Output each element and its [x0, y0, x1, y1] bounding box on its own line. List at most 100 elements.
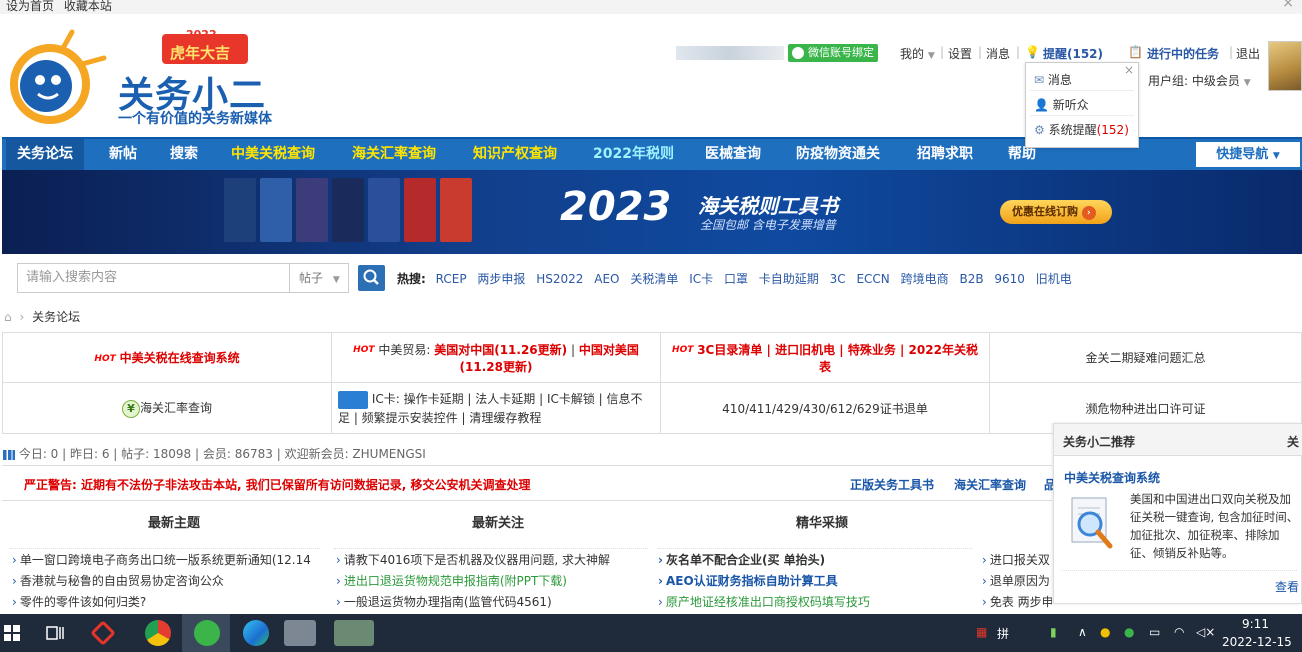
- set-home-link[interactable]: 设为首页: [6, 0, 54, 13]
- hot-term[interactable]: AEO: [594, 272, 619, 286]
- settings-link[interactable]: 设置: [948, 45, 972, 62]
- hot-term[interactable]: 旧机电: [1036, 272, 1072, 286]
- grid-cell[interactable]: ¥ 海关汇率查询: [2, 382, 332, 434]
- nav-tariff-query[interactable]: 中美关税查询: [220, 139, 326, 170]
- hot-term[interactable]: 9610: [994, 272, 1025, 286]
- banner-order-button[interactable]: 优惠在线订购 ›: [1000, 200, 1112, 224]
- hot-term[interactable]: 两步申报: [477, 272, 525, 286]
- warning-link-toolbook[interactable]: 正版关务工具书: [850, 476, 934, 493]
- recommend-more-link[interactable]: 查看: [1275, 578, 1299, 595]
- nav-jobs[interactable]: 招聘求职: [906, 139, 984, 170]
- quick-nav-button[interactable]: 快捷导航 ▼: [1196, 142, 1300, 167]
- nav-tariff-2022[interactable]: 2022年税则: [582, 139, 685, 170]
- keyboard-tray-icon[interactable]: ▭: [1149, 625, 1160, 639]
- list-item[interactable]: 香港就与秘鲁的自由贸易协定咨询公众: [12, 572, 322, 589]
- popup-item-followers[interactable]: 👤 新听众: [1034, 96, 1089, 113]
- grid-cell[interactable]: HOT 中美关税在线查询系统: [2, 332, 332, 383]
- hot-term[interactable]: HS2022: [536, 272, 583, 286]
- bookmark-link[interactable]: 收藏本站: [64, 0, 112, 13]
- popup-close-icon[interactable]: ×: [1124, 63, 1134, 77]
- grid-link[interactable]: IC卡: 操作卡延期 | 法人卡延期 | IC卡解锁 | 信息不足 | 频繁提示…: [338, 392, 643, 425]
- divider: [1030, 115, 1134, 116]
- nav-epidemic-supplies[interactable]: 防疫物资通关: [785, 139, 891, 170]
- hot-term[interactable]: 关税清单: [630, 272, 678, 286]
- list-item[interactable]: AEO认证财务指标自助计算工具: [658, 572, 972, 589]
- pdf-tray-icon[interactable]: ▦: [976, 625, 987, 639]
- search-scope-select[interactable]: 帖子 ▼: [289, 263, 349, 293]
- list-item[interactable]: 原产地证经核准出口商授权码填写技巧: [658, 593, 972, 610]
- warning-link-exchange[interactable]: 海关汇率查询: [954, 476, 1026, 493]
- remind-link[interactable]: 提醒(152): [1043, 45, 1103, 62]
- logout-link[interactable]: 退出: [1236, 45, 1260, 62]
- list-item[interactable]: 退单原因为: [982, 572, 1052, 589]
- nav-medical-query[interactable]: 医械查询: [694, 139, 772, 170]
- qq-tray-icon[interactable]: ●: [1100, 625, 1110, 639]
- list-item[interactable]: 请教下4016项下是否机器及仪器用问题, 求大神解: [336, 551, 650, 568]
- hot-term[interactable]: 跨境电商: [901, 272, 949, 286]
- recommend-close[interactable]: 关: [1287, 433, 1299, 450]
- hot-term[interactable]: 卡自助延期: [759, 272, 819, 286]
- list-item[interactable]: 单一窗口跨境电子商务出口统一版系统更新通知(12.14: [12, 551, 322, 568]
- grid-link[interactable]: 中美关税在线查询系统: [120, 351, 240, 365]
- hot-term[interactable]: B2B: [959, 272, 983, 286]
- grid-cell[interactable]: 410/411/429/430/612/629证书退单: [660, 382, 990, 434]
- site-logo[interactable]: 2022 虎年大吉 关务小二 一个有价值的关务新媒体: [2, 28, 292, 128]
- nav-exchange-rate[interactable]: 海关汇率查询: [341, 139, 447, 170]
- hot-term[interactable]: 口罩: [724, 272, 748, 286]
- nav-ip-query[interactable]: 知识产权查询: [462, 139, 568, 170]
- popup-item-system[interactable]: ⚙ 系统提醒(152): [1034, 121, 1129, 138]
- blurred-app-icon[interactable]: [334, 620, 374, 646]
- list-item[interactable]: 进口报关双: [982, 551, 1052, 568]
- list-item[interactable]: 免表 两步申: [982, 593, 1052, 610]
- hot-term[interactable]: RCEP: [436, 272, 467, 286]
- clock-time[interactable]: 9:11: [1242, 617, 1269, 631]
- browser-green-icon[interactable]: [194, 620, 220, 646]
- wechat-bind-button[interactable]: 微信账号绑定: [788, 44, 878, 62]
- grid-link[interactable]: 410/411/429/430/612/629证书退单: [722, 402, 928, 416]
- list-item[interactable]: 灰名单不配合企业(买 单抬头): [658, 551, 972, 568]
- book-image: [296, 178, 328, 242]
- grid-link[interactable]: 濒危物种进出口许可证: [1085, 402, 1205, 416]
- grid-link[interactable]: 3C目录清单 | 进口旧机电 | 特殊业务 | 2022年关税表: [697, 343, 978, 374]
- grid-link[interactable]: 美国对中国(11.26更新): [434, 343, 567, 357]
- wifi-icon[interactable]: ◠: [1174, 625, 1184, 639]
- app-red-icon[interactable]: [90, 620, 116, 646]
- chrome-icon[interactable]: [145, 620, 171, 646]
- nav-new-posts[interactable]: 新帖: [98, 139, 148, 170]
- list-item[interactable]: 进出口退运货物规范申报指南(附PPT下载): [336, 572, 650, 589]
- hot-term[interactable]: 3C: [830, 272, 846, 286]
- mine-menu[interactable]: 我的 ▼: [900, 45, 935, 62]
- list-item[interactable]: 一般退运货物办理指南(监管代码4561): [336, 593, 650, 610]
- windows-start-icon[interactable]: [4, 625, 20, 641]
- battery-tray-icon[interactable]: ▮: [1050, 625, 1057, 639]
- nav-forum[interactable]: 关务论坛: [6, 139, 84, 170]
- clock-date[interactable]: 2022-12-15: [1222, 635, 1292, 649]
- chevron-up-icon[interactable]: ∧: [1078, 625, 1087, 639]
- breadcrumb-current[interactable]: 关务论坛: [32, 310, 80, 324]
- usergroup-label[interactable]: 用户组: 中级会员 ▼: [1148, 72, 1251, 89]
- edge-icon[interactable]: [243, 620, 269, 646]
- blurred-app-icon[interactable]: [284, 620, 316, 646]
- search-button[interactable]: [358, 265, 385, 291]
- ime-indicator[interactable]: 拼: [997, 625, 1009, 642]
- task-view-icon[interactable]: [46, 626, 64, 640]
- wechat-tray-icon[interactable]: ●: [1124, 625, 1134, 639]
- avatar[interactable]: [1268, 41, 1302, 91]
- list-item[interactable]: 零件的零件该如何归类?: [12, 593, 322, 610]
- promo-banner[interactable]: 2023 海关税则工具书 全国包邮 含电子发票增普 优惠在线订购 ›: [2, 170, 1302, 254]
- hot-term[interactable]: ECCN: [856, 272, 889, 286]
- messages-link[interactable]: 消息: [986, 45, 1010, 62]
- grid-link[interactable]: 金关二期疑难问题汇总: [1085, 351, 1205, 365]
- nav-search[interactable]: 搜索: [159, 139, 209, 170]
- search-input[interactable]: 请输入搜索内容: [17, 263, 289, 293]
- recommend-item-title[interactable]: 中美关税查询系统: [1064, 469, 1160, 486]
- popup-item-messages[interactable]: ✉ 消息: [1034, 71, 1072, 88]
- volume-icon[interactable]: ◁×: [1196, 625, 1215, 639]
- hot-term[interactable]: IC卡: [689, 272, 713, 286]
- grid-cell[interactable]: 金关二期疑难问题汇总: [989, 332, 1302, 383]
- tasks-link[interactable]: 进行中的任务: [1147, 45, 1219, 62]
- grid-link[interactable]: 海关汇率查询: [140, 401, 212, 415]
- close-icon[interactable]: ×: [1282, 0, 1294, 10]
- banner-subline: 全国包邮 含电子发票增普: [700, 218, 836, 232]
- home-icon[interactable]: ⌂: [4, 310, 12, 324]
